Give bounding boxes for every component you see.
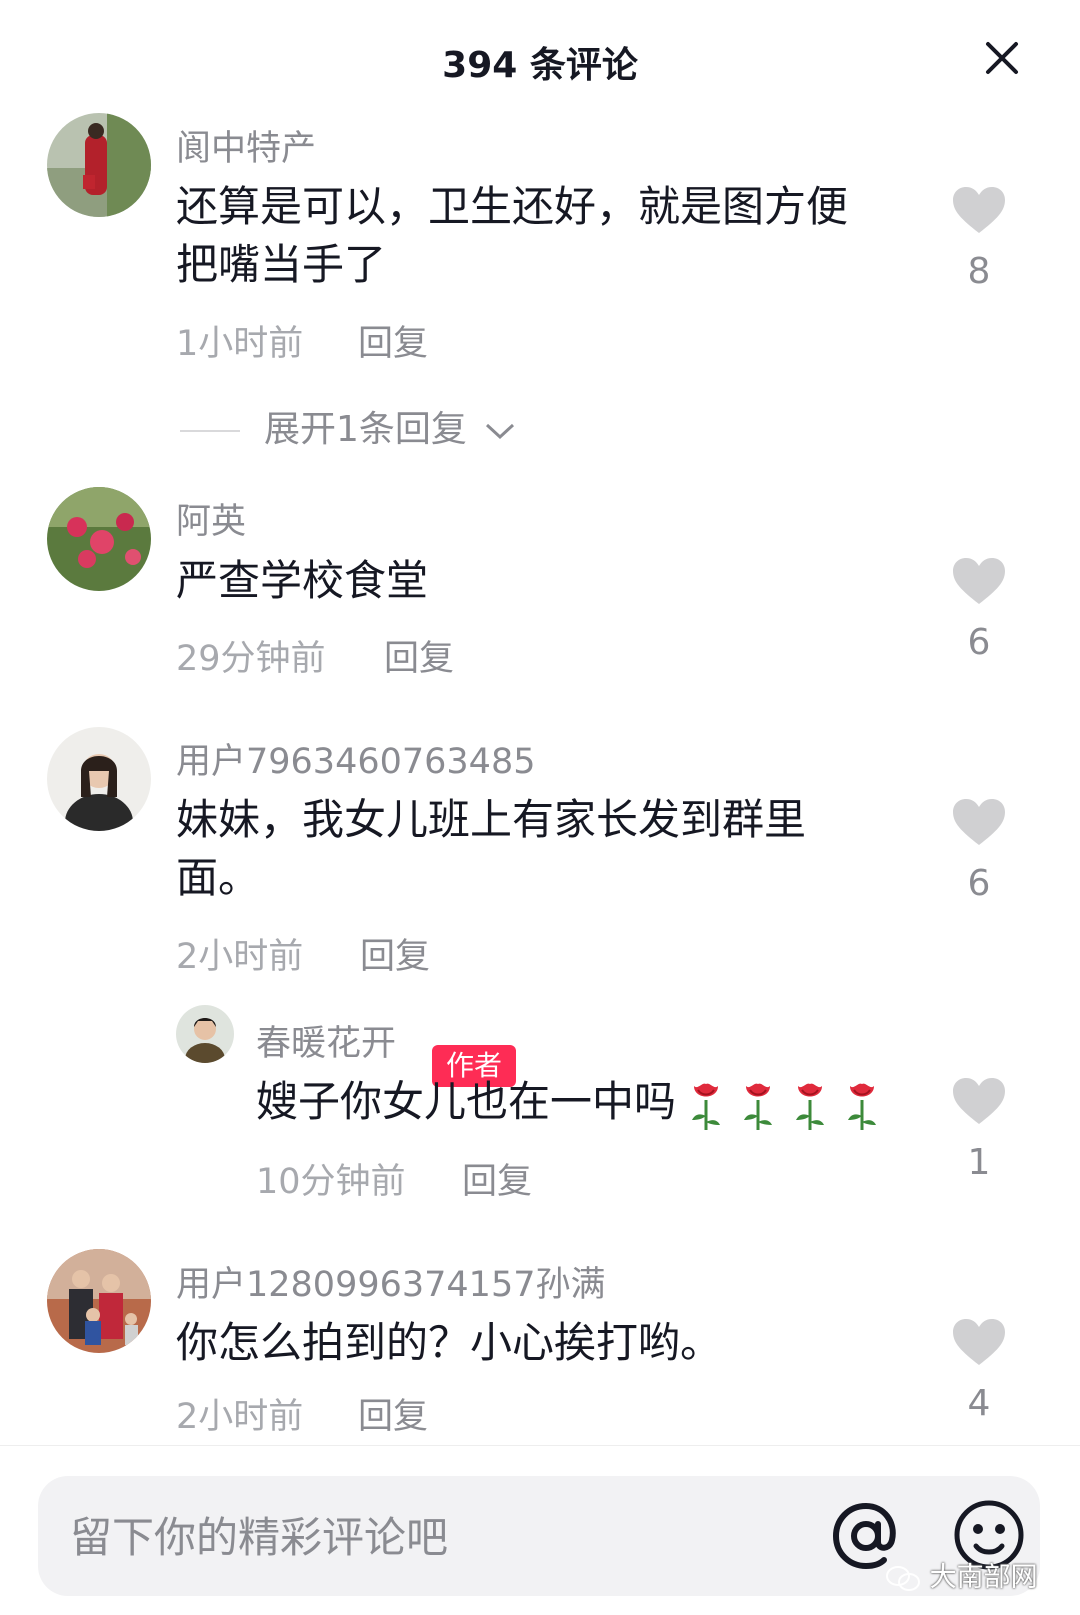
heart-icon xyxy=(953,1078,1005,1124)
rose-emoji-group xyxy=(676,1077,884,1130)
avatar[interactable] xyxy=(176,1005,234,1063)
comment-author[interactable]: 阆中特产 xyxy=(176,120,316,171)
rose-emoji xyxy=(848,1083,877,1130)
like-count: 4 xyxy=(967,1383,991,1424)
heart-icon xyxy=(953,799,1005,845)
like-button[interactable]: 1 xyxy=(951,1076,1007,1183)
comments-header: 394 条评论 xyxy=(0,0,1080,120)
comment-author[interactable]: 用户7963460763485 xyxy=(176,733,536,784)
comment-input[interactable] xyxy=(68,1476,812,1598)
avatar[interactable] xyxy=(47,487,151,591)
reply-button[interactable]: 回复 xyxy=(462,1153,532,1204)
rose-emoji xyxy=(744,1083,773,1130)
like-button[interactable]: 6 xyxy=(951,797,1007,904)
comment-time: 29分钟前 xyxy=(176,639,326,679)
comment-text-line: 还算是可以，卫生还好，就是图方便 xyxy=(176,182,849,231)
divider xyxy=(180,430,240,432)
comment-time: 2小时前 xyxy=(176,937,304,977)
like-count: 8 xyxy=(967,251,991,292)
reply-button[interactable]: 回复 xyxy=(358,1388,428,1439)
comment-time: 2小时前 xyxy=(176,1397,304,1437)
comment-text: 还算是可以，卫生还好，就是图方便 把嘴当手了 xyxy=(176,178,848,294)
close-button[interactable] xyxy=(982,38,1022,78)
heart-icon xyxy=(953,558,1005,604)
reply-author[interactable]: 春暖花开 xyxy=(256,1015,396,1066)
comment-count-title: 394 条评论 xyxy=(442,45,638,86)
comment-text-line: 面。 xyxy=(176,853,261,902)
avatar[interactable] xyxy=(47,727,151,831)
wechat-icon xyxy=(886,1565,920,1591)
reply-button[interactable]: 回复 xyxy=(358,315,428,366)
reply-text-content: 嫂子你女儿也在一中吗 xyxy=(256,1077,677,1126)
comment-text: 严查学校食堂 xyxy=(176,552,428,610)
avatar[interactable] xyxy=(47,1249,151,1353)
like-count: 6 xyxy=(967,863,991,904)
expand-replies-label: 展开1条回复 xyxy=(264,409,467,450)
comment-text-line: 妹妹，我女儿班上有家长发到群里 xyxy=(176,795,807,844)
comment-author[interactable]: 用户1280996374157孙满 xyxy=(176,1256,606,1307)
like-button[interactable]: 4 xyxy=(951,1317,1007,1424)
comment-text-line: 你怎么拍到的？小心挨打哟。 xyxy=(176,1318,723,1367)
comment-text: 妹妹，我女儿班上有家长发到群里 面。 xyxy=(176,791,806,907)
like-count: 6 xyxy=(967,622,991,663)
heart-icon xyxy=(953,1319,1005,1365)
rose-emoji xyxy=(692,1083,721,1130)
like-count: 1 xyxy=(967,1142,991,1183)
rose-emoji xyxy=(796,1083,825,1130)
chevron-down-icon xyxy=(486,423,515,440)
watermark: 大南部网 xyxy=(885,1555,1038,1594)
reply-button[interactable]: 回复 xyxy=(384,630,454,681)
reply-time: 10分钟前 xyxy=(256,1162,406,1202)
avatar[interactable] xyxy=(47,113,151,217)
like-button[interactable]: 6 xyxy=(951,556,1007,663)
like-button[interactable]: 8 xyxy=(951,185,1007,292)
reply-button[interactable]: 回复 xyxy=(360,928,430,979)
comment-text-line: 严查学校食堂 xyxy=(176,556,429,605)
expand-replies-button[interactable]: 展开1条回复 xyxy=(180,400,516,452)
comment-list: 阆中特产 还算是可以，卫生还好，就是图方便 把嘴当手了 1小时前 回复 8 展开… xyxy=(0,0,1080,1445)
comment-text-line: 把嘴当手了 xyxy=(176,240,387,289)
comment-time: 1小时前 xyxy=(176,324,304,364)
comment-text: 你怎么拍到的？小心挨打哟。 xyxy=(176,1314,722,1372)
close-icon xyxy=(986,42,1018,74)
comment-author[interactable]: 阿英 xyxy=(176,493,246,544)
watermark-text: 大南部网 xyxy=(929,1562,1038,1593)
reply-text: 嫂子你女儿也在一中吗 xyxy=(256,1073,884,1132)
heart-icon xyxy=(953,187,1005,233)
